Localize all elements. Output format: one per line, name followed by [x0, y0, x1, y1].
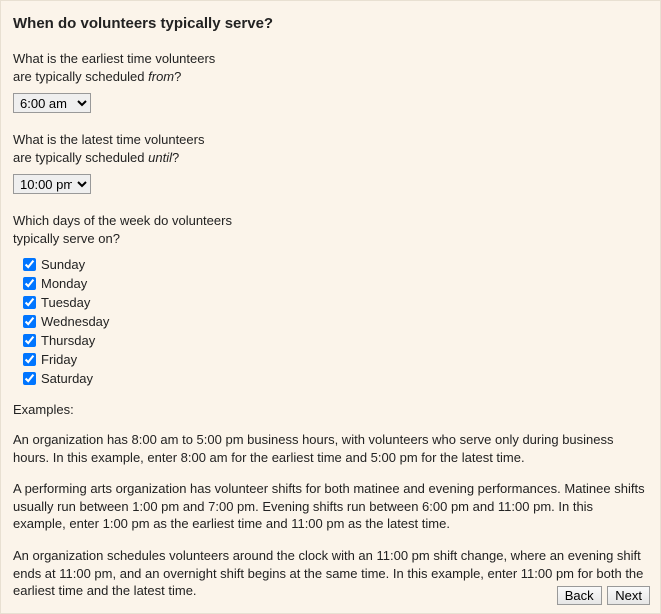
day-row-friday[interactable]: Friday: [23, 350, 648, 369]
latest-time-select[interactable]: 10:00 pm: [13, 174, 91, 194]
page-title: When do volunteers typically serve?: [13, 15, 648, 32]
question-latest-time: What is the latest time volunteers are t…: [13, 131, 648, 166]
day-checkbox-friday[interactable]: [23, 353, 36, 366]
day-row-saturday[interactable]: Saturday: [23, 369, 648, 388]
question-days-line2: typically serve on?: [13, 231, 120, 246]
question-earliest-line1: What is the earliest time volunteers: [13, 51, 215, 66]
day-checkbox-saturday[interactable]: [23, 372, 36, 385]
day-checkbox-monday[interactable]: [23, 277, 36, 290]
day-row-sunday[interactable]: Sunday: [23, 255, 648, 274]
day-checkbox-thursday[interactable]: [23, 334, 36, 347]
example-paragraph: A performing arts organization has volun…: [13, 480, 648, 533]
day-row-wednesday[interactable]: Wednesday: [23, 312, 648, 331]
question-days-line1: Which days of the week do volunteers: [13, 213, 232, 228]
question-latest-line2-pre: are typically scheduled: [13, 150, 148, 165]
question-latest-line2-post: ?: [172, 150, 179, 165]
earliest-time-select[interactable]: 6:00 am: [13, 93, 91, 113]
day-label: Thursday: [41, 333, 95, 348]
question-earliest-em: from: [148, 69, 174, 84]
day-label: Monday: [41, 276, 87, 291]
back-button[interactable]: Back: [557, 586, 602, 605]
day-checkbox-tuesday[interactable]: [23, 296, 36, 309]
question-latest-line1: What is the latest time volunteers: [13, 132, 204, 147]
next-button[interactable]: Next: [607, 586, 650, 605]
examples-heading: Examples:: [13, 402, 648, 417]
question-earliest-time: What is the earliest time volunteers are…: [13, 50, 648, 85]
day-checkbox-sunday[interactable]: [23, 258, 36, 271]
question-days: Which days of the week do volunteers typ…: [13, 212, 648, 247]
wizard-button-bar: Back Next: [555, 586, 650, 605]
day-label: Wednesday: [41, 314, 109, 329]
day-label: Saturday: [41, 371, 93, 386]
day-row-thursday[interactable]: Thursday: [23, 331, 648, 350]
example-paragraph: An organization schedules volunteers aro…: [13, 547, 648, 600]
question-latest-em: until: [148, 150, 172, 165]
day-row-monday[interactable]: Monday: [23, 274, 648, 293]
days-checkbox-group: Sunday Monday Tuesday Wednesday Thursday Frid…: [23, 255, 648, 388]
day-row-tuesday[interactable]: Tuesday: [23, 293, 648, 312]
question-earliest-line2-post: ?: [174, 69, 181, 84]
day-label: Friday: [41, 352, 77, 367]
day-label: Sunday: [41, 257, 85, 272]
question-earliest-line2-pre: are typically scheduled: [13, 69, 148, 84]
example-paragraph: An organization has 8:00 am to 5:00 pm b…: [13, 431, 648, 466]
day-checkbox-wednesday[interactable]: [23, 315, 36, 328]
day-label: Tuesday: [41, 295, 90, 310]
